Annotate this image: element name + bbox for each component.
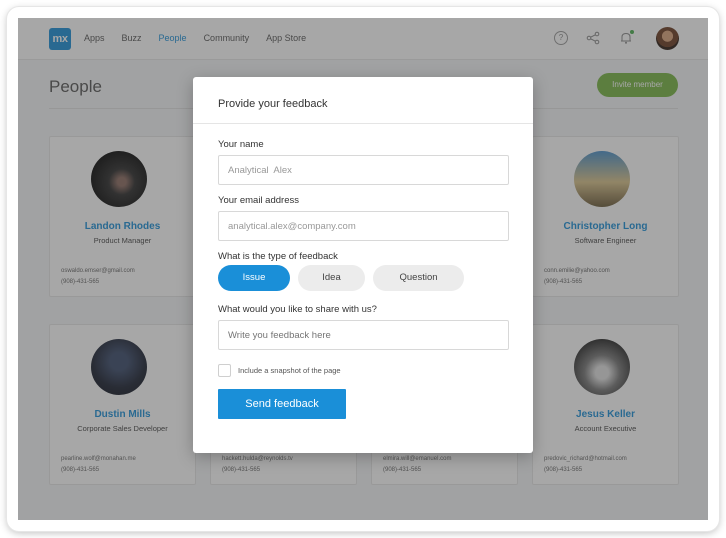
modal-title: Provide your feedback (218, 98, 328, 110)
feedback-type-label: What is the type of feedback (218, 251, 338, 262)
snapshot-checkbox[interactable] (218, 364, 231, 377)
snapshot-label[interactable]: Include a snapshot of the page (238, 366, 341, 375)
feedback-type-issue[interactable]: Issue (218, 265, 290, 291)
feedback-type-question[interactable]: Question (373, 265, 464, 291)
feedback-modal: Provide your feedback Your name Your ema… (193, 77, 533, 453)
message-label: What would you like to share with us? (218, 304, 377, 315)
email-input[interactable] (218, 211, 509, 241)
email-label: Your email address (218, 195, 299, 206)
feedback-type-idea[interactable]: Idea (298, 265, 365, 291)
name-input[interactable] (218, 155, 509, 185)
send-feedback-button[interactable]: Send feedback (218, 389, 346, 419)
message-input[interactable] (218, 320, 509, 350)
name-label: Your name (218, 139, 264, 150)
app-screen: mx Apps Buzz People Community App Store … (18, 18, 708, 520)
